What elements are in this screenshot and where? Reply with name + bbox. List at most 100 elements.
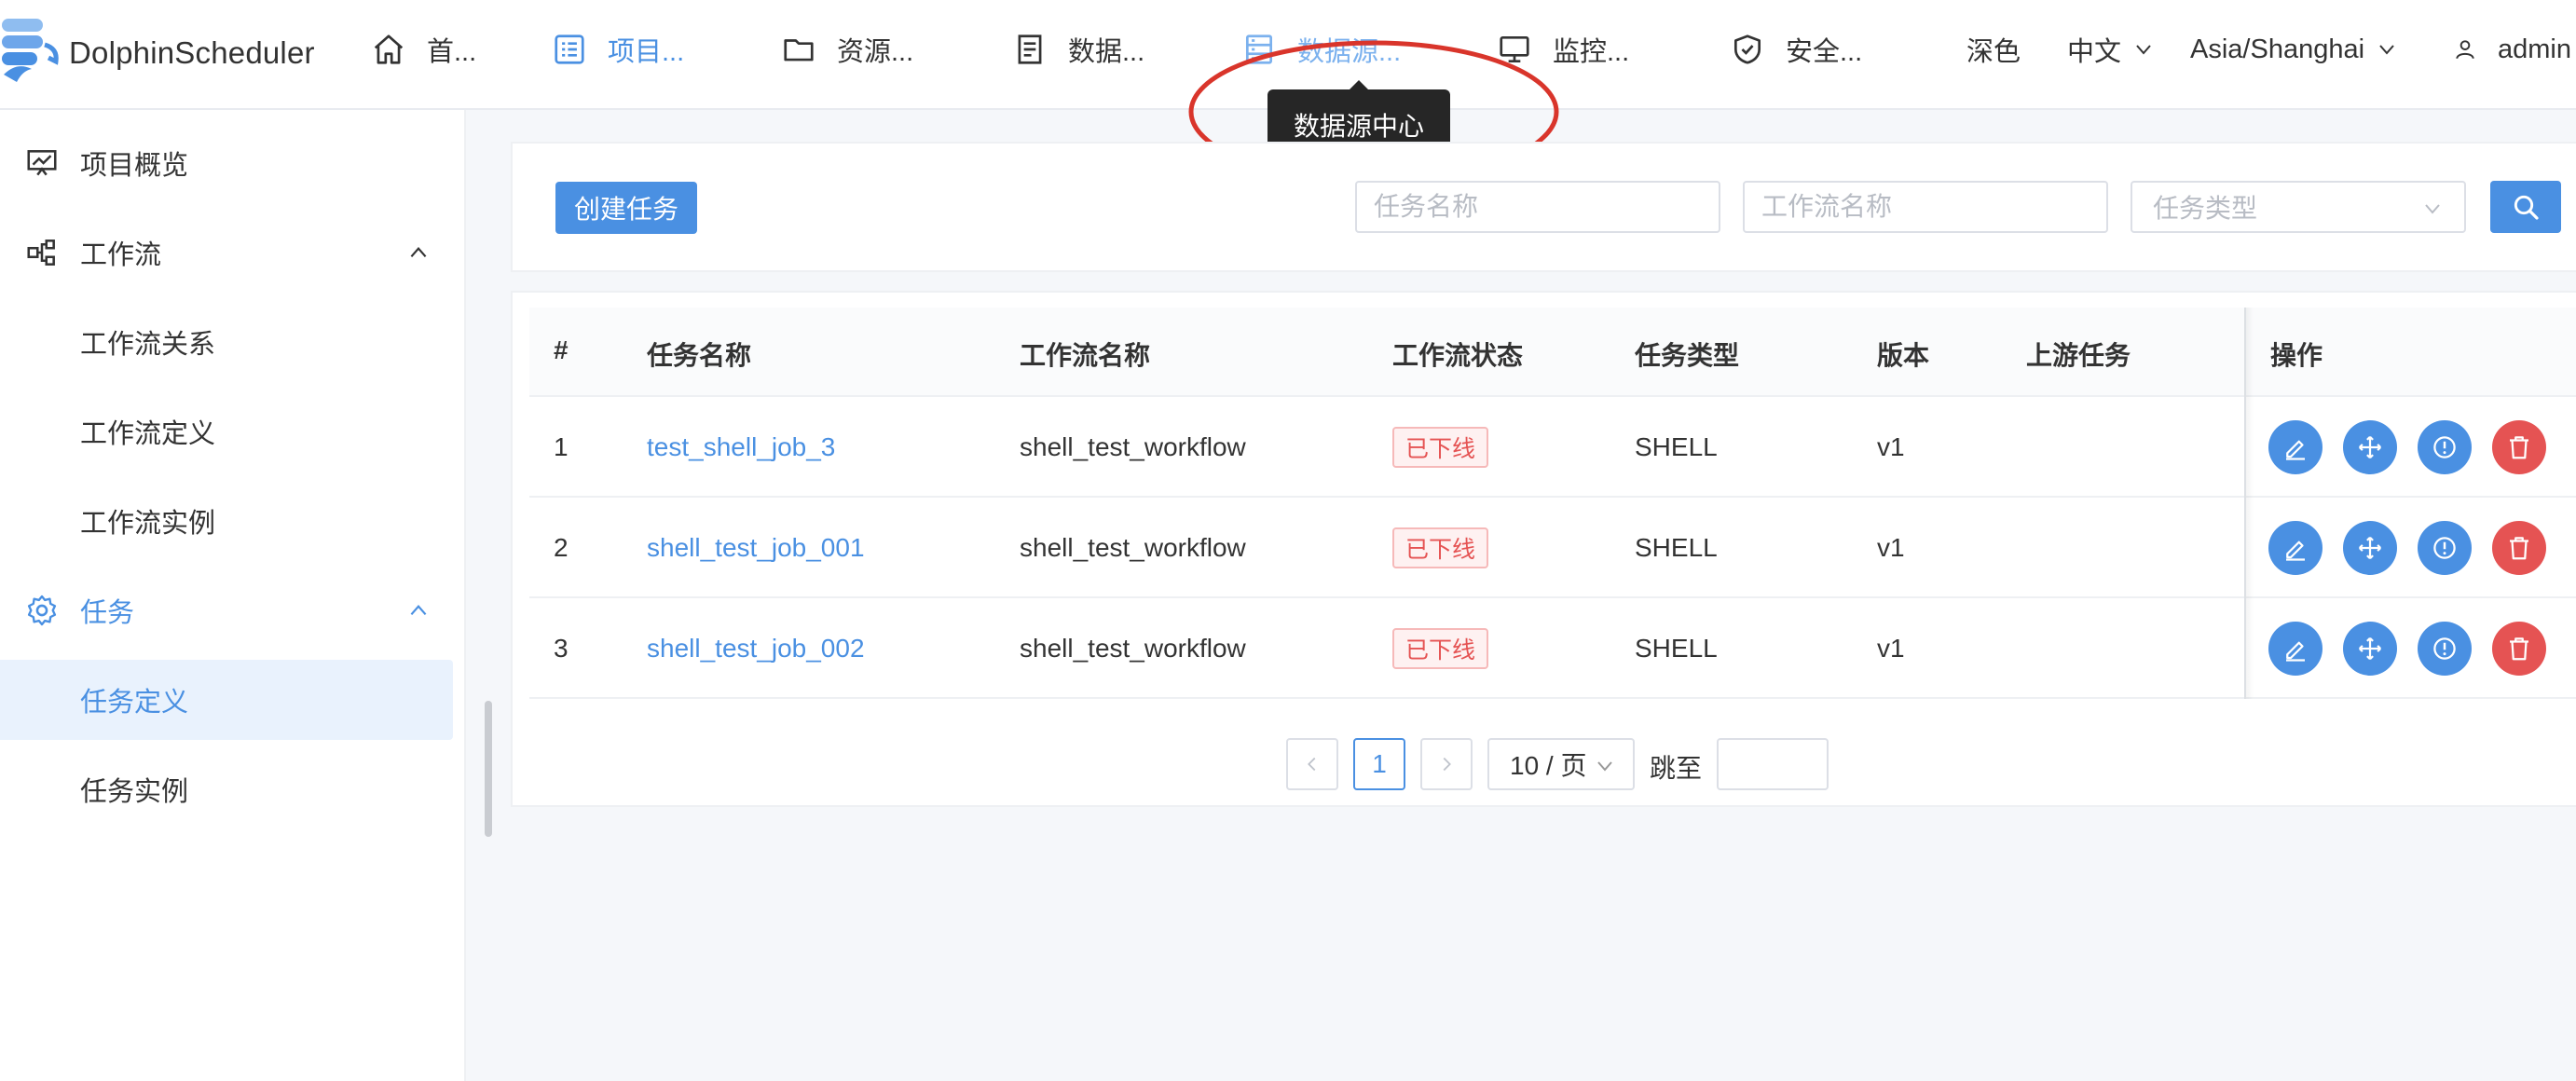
table-header-row: # 任务名称 工作流名称 工作流状态 任务类型 版本 上游任务 操作 xyxy=(529,308,2576,397)
nav-item-data-quality[interactable]: 数据... xyxy=(1012,0,1144,99)
shield-icon xyxy=(1733,34,1761,64)
move-button[interactable] xyxy=(2343,420,2397,474)
theme-toggle[interactable]: 深色 xyxy=(1966,0,2021,99)
version-info-button[interactable] xyxy=(2418,420,2472,474)
task-name-link[interactable]: shell_test_job_002 xyxy=(647,634,865,664)
language-select[interactable]: 中文 xyxy=(2067,0,2155,99)
dolphin-logo-icon xyxy=(2,19,59,82)
status-badge: 已下线 xyxy=(1392,527,1489,568)
nav-item-project[interactable]: 项目... xyxy=(552,0,684,99)
sidebar-item-task-instance[interactable]: 任务实例 xyxy=(0,749,453,829)
chevron-down-icon xyxy=(2379,45,2394,55)
delete-button[interactable] xyxy=(2492,521,2546,575)
sidebar-item-label: 项目概览 xyxy=(80,151,189,181)
nav-item-resources[interactable]: 资源... xyxy=(781,0,913,99)
task-type-placeholder: 任务类型 xyxy=(2153,194,2258,223)
nav-item-label: 项目... xyxy=(608,37,685,67)
trash-icon xyxy=(2510,637,2528,661)
column-header-actions: 操作 xyxy=(2270,341,2323,370)
row-index: 1 xyxy=(554,432,569,461)
timezone-label: Asia/Shanghai xyxy=(2190,34,2365,64)
info-circle-icon xyxy=(2433,537,2456,559)
create-task-button[interactable]: 创建任务 xyxy=(555,182,697,234)
sidebar-item-project-overview[interactable]: 项目概览 xyxy=(0,123,453,203)
sidebar-item-label: 任务 xyxy=(80,598,135,628)
jump-to-page-input[interactable] xyxy=(1717,738,1829,790)
task-type-select[interactable]: 任务类型 xyxy=(2131,181,2466,233)
chevron-down-icon xyxy=(1597,761,1612,772)
edit-button[interactable] xyxy=(2268,521,2323,575)
column-header-upstream: 上游任务 xyxy=(2026,341,2131,370)
info-circle-icon xyxy=(2433,436,2456,458)
sidebar-item-label: 工作流 xyxy=(80,240,162,270)
nav-item-label: 首... xyxy=(427,37,477,67)
sidebar-item-label: 工作流关系 xyxy=(80,330,216,360)
next-page-button[interactable] xyxy=(1420,738,1473,790)
sidebar-item-task-definition[interactable]: 任务定义 xyxy=(0,660,453,740)
task-type: SHELL xyxy=(1635,634,1718,663)
search-button[interactable] xyxy=(2490,181,2561,233)
nav-item-label: 资源... xyxy=(837,37,914,67)
user-icon xyxy=(2456,40,2474,60)
status-badge: 已下线 xyxy=(1392,427,1489,468)
page-size-select[interactable]: 10 / 页 xyxy=(1487,738,1635,790)
page-size-label: 10 / 页 xyxy=(1510,751,1587,780)
edit-icon xyxy=(2286,641,2305,662)
column-header-task-type: 任务类型 xyxy=(1635,341,1740,370)
trash-icon xyxy=(2510,537,2528,560)
folder-icon xyxy=(784,39,814,62)
column-header-index: # xyxy=(554,335,569,364)
task-name-link[interactable]: shell_test_job_001 xyxy=(647,533,865,563)
task-type: SHELL xyxy=(1635,432,1718,461)
jump-to-label: 跳至 xyxy=(1650,754,1703,783)
workflow-name: shell_test_workflow xyxy=(1020,533,1246,562)
delete-button[interactable] xyxy=(2492,420,2546,474)
move-button[interactable] xyxy=(2343,622,2397,676)
workflow-name-input[interactable] xyxy=(1743,181,2108,233)
workflow-name: shell_test_workflow xyxy=(1020,634,1246,663)
version-info-button[interactable] xyxy=(2418,521,2472,575)
chevron-left-icon xyxy=(1308,757,1316,772)
version: v1 xyxy=(1877,634,1905,663)
task-name-input[interactable] xyxy=(1355,181,1720,233)
nav-item-security[interactable]: 安全... xyxy=(1730,0,1862,99)
version-info-button[interactable] xyxy=(2418,622,2472,676)
task-name-link[interactable]: test_shell_job_3 xyxy=(647,432,835,462)
sidebar-item-workflow[interactable]: 工作流 xyxy=(0,212,453,293)
sidebar-item-task[interactable]: 任务 xyxy=(0,570,453,650)
chevron-up-icon xyxy=(410,247,427,258)
move-icon xyxy=(2358,435,2382,459)
nav-item-label: 安全... xyxy=(1786,37,1863,67)
move-button[interactable] xyxy=(2343,521,2397,575)
edit-icon xyxy=(2286,440,2305,460)
prev-page-button[interactable] xyxy=(1286,738,1338,790)
language-label: 中文 xyxy=(2067,37,2122,67)
chevron-down-icon xyxy=(2425,204,2440,214)
status-badge: 已下线 xyxy=(1392,628,1489,669)
app-logo[interactable]: DolphinScheduler xyxy=(0,17,317,91)
nav-item-home[interactable]: 首... xyxy=(371,0,476,99)
edit-button[interactable] xyxy=(2268,420,2323,474)
column-header-task-name: 任务名称 xyxy=(647,341,752,370)
timezone-select[interactable]: Asia/Shanghai xyxy=(2190,0,2398,99)
chevron-right-icon xyxy=(1443,757,1451,772)
sidebar-item-workflow-relation[interactable]: 工作流关系 xyxy=(0,302,453,382)
version: v1 xyxy=(1877,533,1905,562)
home-icon xyxy=(374,34,404,64)
theme-label: 深色 xyxy=(1966,37,2021,67)
sidebar-scrollbar[interactable] xyxy=(485,701,492,837)
sidebar-item-workflow-definition[interactable]: 工作流定义 xyxy=(0,391,453,472)
user-menu[interactable]: admin xyxy=(2453,0,2571,99)
move-icon xyxy=(2358,636,2382,661)
row-index: 2 xyxy=(554,533,569,562)
delete-button[interactable] xyxy=(2492,622,2546,676)
page-number-button[interactable]: 1 xyxy=(1353,738,1405,790)
sidebar-item-workflow-instance[interactable]: 工作流实例 xyxy=(0,481,453,561)
column-header-version: 版本 xyxy=(1877,341,1930,370)
data-quality-icon xyxy=(1018,34,1042,64)
version: v1 xyxy=(1877,432,1905,461)
edit-button[interactable] xyxy=(2268,622,2323,676)
column-header-workflow-name: 工作流名称 xyxy=(1020,341,1151,370)
move-icon xyxy=(2358,536,2382,560)
gear-icon xyxy=(27,595,57,626)
